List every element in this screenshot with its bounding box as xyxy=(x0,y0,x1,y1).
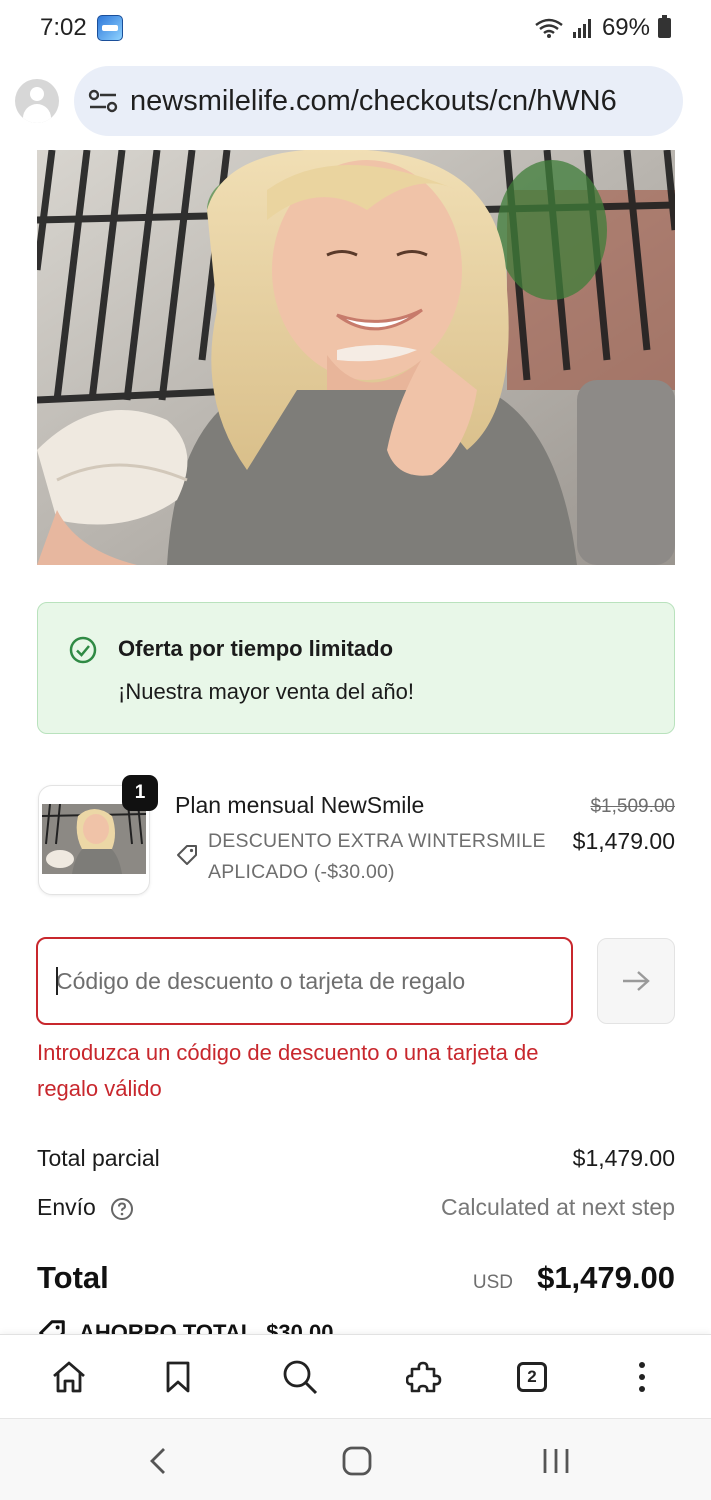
home-icon xyxy=(53,1361,85,1393)
home-button[interactable] xyxy=(49,1357,89,1397)
status-right: 69% xyxy=(534,14,671,42)
back-chevron-icon xyxy=(150,1448,165,1474)
subtotal-value: $1,479.00 xyxy=(572,1145,675,1171)
total-label: Total xyxy=(37,1260,109,1295)
text-cursor xyxy=(56,967,58,995)
help-icon[interactable] xyxy=(110,1197,134,1221)
tabs-button[interactable]: 2 xyxy=(512,1357,552,1397)
nav-back-button[interactable] xyxy=(136,1439,180,1483)
offer-subtitle: ¡Nuestra mayor venta del año! xyxy=(118,679,414,704)
url-text[interactable]: newsmilelife.com/checkouts/cn/hWN6 xyxy=(130,85,617,118)
more-vertical-icon xyxy=(639,1362,645,1392)
nav-recents-button[interactable] xyxy=(534,1439,578,1483)
status-bar: 7:02 69% xyxy=(0,0,711,56)
status-time: 7:02 xyxy=(40,14,87,41)
nav-home-button[interactable] xyxy=(335,1439,379,1483)
discount-code-error: Introduzca un código de descuento o una … xyxy=(37,1040,539,1101)
site-settings-icon[interactable] xyxy=(88,88,118,114)
wifi-icon xyxy=(535,18,563,38)
original-price: $1,509.00 xyxy=(590,796,675,817)
system-navigation-bar xyxy=(0,1418,711,1500)
quantity-badge: 1 xyxy=(122,775,158,811)
apply-discount-button[interactable] xyxy=(597,938,675,1024)
subtotal-label: Total parcial xyxy=(37,1145,160,1171)
status-left: 7:02 xyxy=(40,14,123,42)
tag-icon xyxy=(177,845,197,865)
search-button[interactable] xyxy=(280,1357,320,1397)
limited-offer-banner: Oferta por tiempo limitado ¡Nuestra mayo… xyxy=(37,602,675,734)
battery-icon xyxy=(658,15,671,38)
applied-discount-text: DESCUENTO EXTRA WINTERSMILE APLICADO (-$… xyxy=(208,830,546,883)
shipping-label: Envío xyxy=(37,1194,96,1220)
profile-avatar-icon[interactable] xyxy=(15,79,59,123)
browser-toolbar: 2 xyxy=(0,1334,711,1418)
battery-percent: 69% xyxy=(601,14,650,41)
shipping-row-label: Envío xyxy=(37,1194,134,1221)
bookmark-icon xyxy=(166,1361,190,1393)
extensions-button[interactable] xyxy=(404,1357,444,1397)
recents-icon xyxy=(543,1449,569,1473)
hero-image xyxy=(37,150,675,565)
total-currency: USD xyxy=(472,1272,513,1293)
arrow-right-icon xyxy=(623,971,650,991)
check-circle-icon xyxy=(69,636,97,664)
total-value: $1,479.00 xyxy=(537,1260,675,1295)
shipping-value: Calculated at next step xyxy=(441,1194,675,1220)
signal-icon xyxy=(572,19,591,38)
product-name: Plan mensual NewSmile xyxy=(175,792,425,818)
puzzle-icon xyxy=(406,1361,442,1393)
bookmark-button[interactable] xyxy=(158,1357,198,1397)
app-notification-icon xyxy=(96,15,123,41)
nav-home-icon xyxy=(342,1446,372,1476)
menu-button[interactable] xyxy=(622,1357,662,1397)
address-bar[interactable]: newsmilelife.com/checkouts/cn/hWN6 xyxy=(74,66,683,136)
browser-address-row: newsmilelife.com/checkouts/cn/hWN6 xyxy=(0,66,711,138)
tab-count-icon: 2 xyxy=(517,1362,547,1392)
product-price: $1,479.00 xyxy=(572,828,675,854)
discount-code-input[interactable] xyxy=(36,937,573,1025)
offer-title: Oferta por tiempo limitado xyxy=(118,636,394,661)
search-icon xyxy=(283,1360,318,1395)
